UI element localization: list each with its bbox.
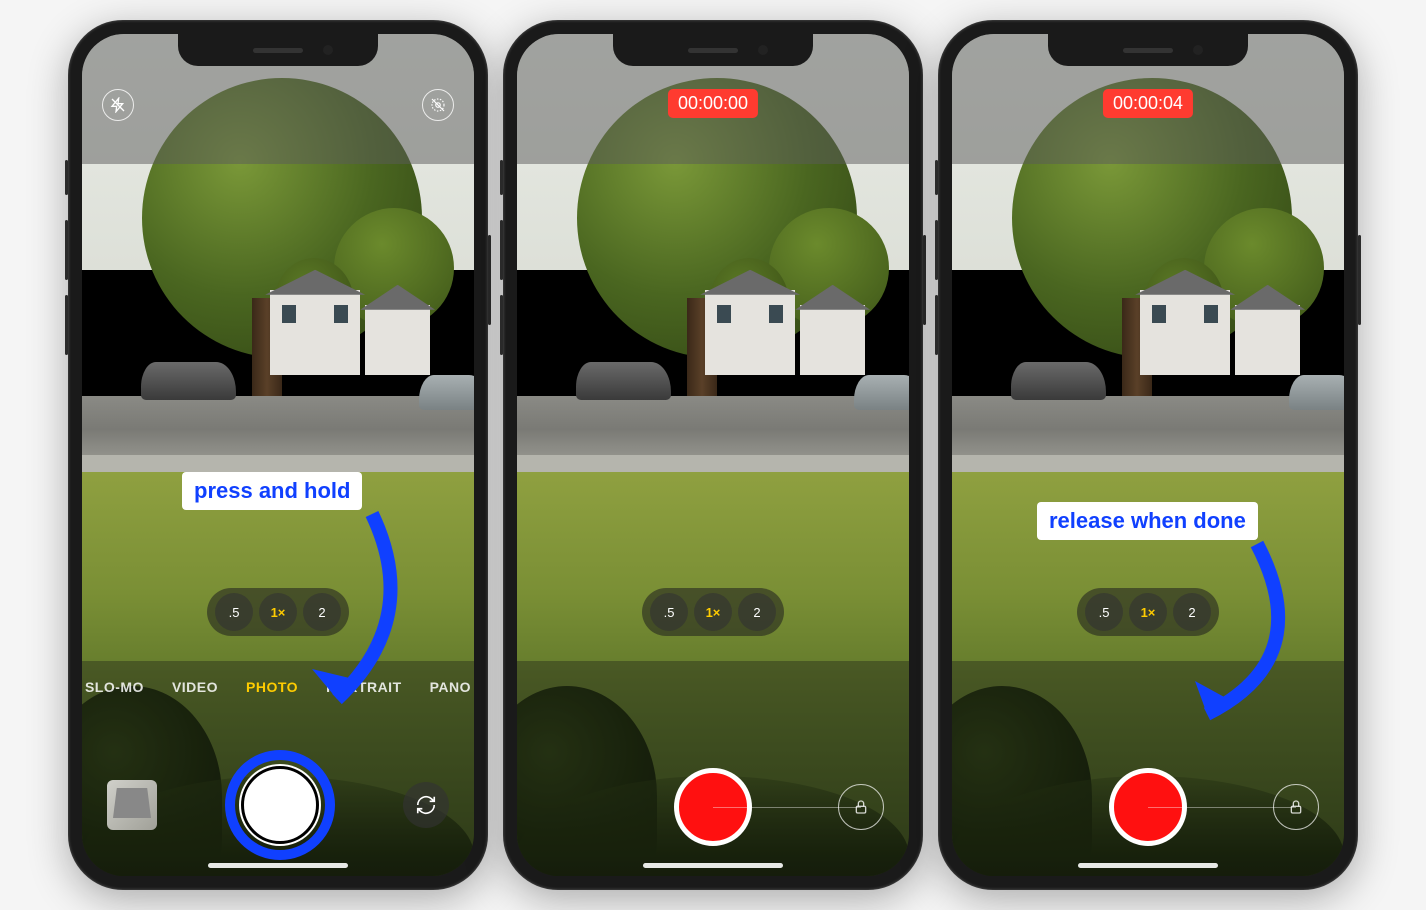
phone-frame-3: 00:00:04 .5 1× 2 release when done (938, 20, 1358, 890)
home-indicator[interactable] (1078, 863, 1218, 868)
phone-screen: 00:00:00 .5 1× 2 (517, 34, 909, 876)
recording-timer: 00:00:00 (668, 89, 758, 118)
recording-timer: 00:00:04 (1103, 89, 1193, 118)
zoom-controls[interactable]: .5 1× 2 (1077, 588, 1219, 636)
mode-pano[interactable]: PANO (430, 679, 471, 695)
zoom-1x-button[interactable]: 1× (694, 593, 732, 631)
zoom-wide-button[interactable]: .5 (1085, 593, 1123, 631)
flash-off-icon[interactable] (102, 89, 134, 121)
zoom-tele-button[interactable]: 2 (738, 593, 776, 631)
annotation-label: release when done (1037, 502, 1258, 540)
notch (178, 34, 378, 66)
phone-frame-1: .5 1× 2 SLO-MO VIDEO PHOTO PORTRAIT PANO (68, 20, 488, 890)
volume-up-button (65, 220, 68, 280)
volume-down-button (500, 295, 503, 355)
live-photo-off-icon[interactable] (422, 89, 454, 121)
shutter-button[interactable] (239, 764, 321, 846)
zoom-controls[interactable]: .5 1× 2 (207, 588, 349, 636)
flip-camera-button[interactable] (403, 782, 449, 828)
zoom-wide-button[interactable]: .5 (215, 593, 253, 631)
volume-down-button (935, 295, 938, 355)
mode-slomo[interactable]: SLO-MO (85, 679, 144, 695)
mode-video[interactable]: VIDEO (172, 679, 218, 695)
phones-container: .5 1× 2 SLO-MO VIDEO PHOTO PORTRAIT PANO (68, 20, 1358, 890)
side-button (1358, 235, 1361, 325)
home-indicator[interactable] (208, 863, 348, 868)
mode-selector[interactable]: SLO-MO VIDEO PHOTO PORTRAIT PANO (82, 661, 474, 695)
mute-switch (500, 160, 503, 195)
bottom-controls (517, 661, 909, 876)
mode-photo[interactable]: PHOTO (246, 679, 298, 695)
volume-down-button (65, 295, 68, 355)
slide-to-lock-track (1148, 807, 1296, 808)
bottom-controls (952, 661, 1344, 876)
volume-up-button (935, 220, 938, 280)
zoom-tele-button[interactable]: 2 (303, 593, 341, 631)
annotation-label: press and hold (182, 472, 362, 510)
zoom-controls[interactable]: .5 1× 2 (642, 588, 784, 636)
mute-switch (935, 160, 938, 195)
side-button (488, 235, 491, 325)
mute-switch (65, 160, 68, 195)
volume-up-button (500, 220, 503, 280)
phone-frame-2: 00:00:00 .5 1× 2 (503, 20, 923, 890)
phone-screen: 00:00:04 .5 1× 2 release when done (952, 34, 1344, 876)
side-button (923, 235, 926, 325)
zoom-1x-button[interactable]: 1× (1129, 593, 1167, 631)
home-indicator[interactable] (643, 863, 783, 868)
notch (1048, 34, 1248, 66)
zoom-1x-button[interactable]: 1× (259, 593, 297, 631)
last-photo-thumbnail[interactable] (107, 780, 157, 830)
slide-to-lock-track (713, 807, 861, 808)
zoom-wide-button[interactable]: .5 (650, 593, 688, 631)
notch (613, 34, 813, 66)
bottom-controls: SLO-MO VIDEO PHOTO PORTRAIT PANO (82, 661, 474, 876)
zoom-tele-button[interactable]: 2 (1173, 593, 1211, 631)
phone-screen: .5 1× 2 SLO-MO VIDEO PHOTO PORTRAIT PANO (82, 34, 474, 876)
mode-portrait[interactable]: PORTRAIT (326, 679, 402, 695)
